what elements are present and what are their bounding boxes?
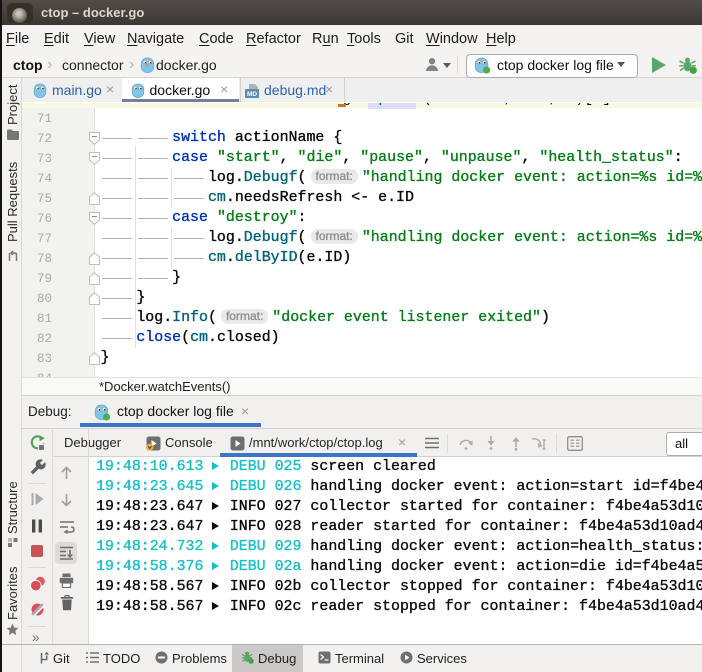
svg-text:MD: MD <box>247 91 257 98</box>
